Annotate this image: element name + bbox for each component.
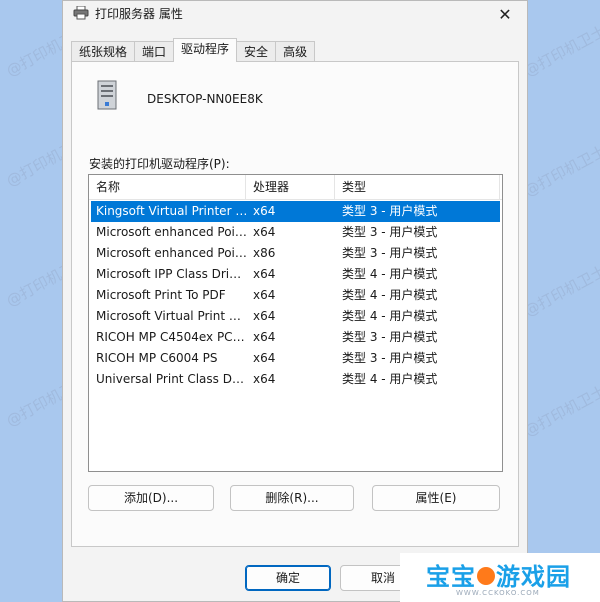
watermark-text: @打印机卫士 bbox=[521, 141, 600, 201]
drivers-list[interactable]: 名称 处理器 类型 Kingsoft Virtual Printer Drive… bbox=[88, 174, 503, 472]
cell-processor: x64 bbox=[253, 267, 276, 281]
driver-properties-button[interactable]: 属性(E) bbox=[372, 485, 500, 511]
installed-drivers-label: 安装的打印机驱动程序(P): bbox=[89, 157, 230, 171]
cell-type: 类型 3 - 用户模式 bbox=[342, 351, 438, 365]
cell-name: Microsoft enhanced Point and Print compa… bbox=[96, 246, 248, 260]
table-row[interactable]: Microsoft enhanced Point and Print compa… bbox=[91, 222, 500, 243]
cell-name: RICOH MP C6004 PS bbox=[96, 351, 218, 365]
cell-type: 类型 4 - 用户模式 bbox=[342, 267, 438, 281]
cell-processor: x64 bbox=[253, 204, 276, 218]
printer-icon bbox=[73, 6, 89, 20]
logo-text-a: 宝宝 bbox=[426, 563, 476, 591]
column-header-name[interactable]: 名称 bbox=[89, 175, 246, 199]
cell-processor: x64 bbox=[253, 351, 276, 365]
site-logo: 宝宝 游戏园 WWW.CCKOKO.COM bbox=[400, 553, 600, 602]
tab-paper-sizes[interactable]: 纸张规格 bbox=[71, 41, 136, 62]
server-icon bbox=[97, 80, 117, 110]
cell-processor: x64 bbox=[253, 225, 276, 239]
tab-advanced[interactable]: 高级 bbox=[275, 41, 316, 62]
server-name: DESKTOP-NN0EE8K bbox=[147, 92, 263, 106]
cell-type: 类型 4 - 用户模式 bbox=[342, 372, 438, 386]
column-header-processor[interactable]: 处理器 bbox=[246, 175, 335, 199]
cell-processor: x64 bbox=[253, 330, 276, 344]
drivers-tab-panel: DESKTOP-NN0EE8K 安装的打印机驱动程序(P): 名称 处理器 类型… bbox=[71, 61, 519, 547]
cell-processor: x86 bbox=[253, 246, 276, 260]
close-button[interactable]: ✕ bbox=[483, 1, 527, 27]
watermark-text: @打印机卫士 bbox=[521, 21, 600, 81]
logo-url: WWW.CCKOKO.COM bbox=[456, 589, 540, 597]
remove-driver-button[interactable]: 删除(R)... bbox=[230, 485, 354, 511]
cell-type: 类型 3 - 用户模式 bbox=[342, 204, 438, 218]
cell-type: 类型 3 - 用户模式 bbox=[342, 225, 438, 239]
table-row[interactable]: Universal Print Class Driver x64 类型 4 - 用户… bbox=[91, 369, 500, 390]
column-header-type[interactable]: 类型 bbox=[335, 175, 500, 199]
add-driver-button[interactable]: 添加(D)... bbox=[88, 485, 214, 511]
watermark-text: @打印机卫士 bbox=[521, 261, 600, 321]
tab-strip: 纸张规格 端口 驱动程序 安全 高级 bbox=[71, 38, 316, 62]
cell-type: 类型 4 - 用户模式 bbox=[342, 309, 438, 323]
table-row[interactable]: Microsoft IPP Class Driver x64 类型 4 - 用户模式 bbox=[91, 264, 500, 285]
table-row[interactable]: RICOH MP C4504ex PCL 6 x64 类型 3 - 用户模式 bbox=[91, 327, 500, 348]
cell-name: Kingsoft Virtual Printer Driver bbox=[96, 204, 248, 218]
cell-type: 类型 4 - 用户模式 bbox=[342, 288, 438, 302]
table-row[interactable]: Microsoft Virtual Print Class Driver x64 类… bbox=[91, 306, 500, 327]
cell-name: Microsoft enhanced Point and Print compa… bbox=[96, 225, 248, 239]
table-row[interactable]: Microsoft Print To PDF x64 类型 4 - 用户模式 bbox=[91, 285, 500, 306]
logo-mark-icon bbox=[477, 567, 495, 585]
cell-name: Microsoft Virtual Print Class Driver bbox=[96, 309, 248, 323]
tab-drivers[interactable]: 驱动程序 bbox=[173, 38, 238, 62]
cell-type: 类型 3 - 用户模式 bbox=[342, 246, 438, 260]
cell-name: RICOH MP C4504ex PCL 6 bbox=[96, 330, 248, 344]
watermark-text: @打印机卫士 bbox=[521, 381, 600, 441]
cell-processor: x64 bbox=[253, 288, 276, 302]
title-bar[interactable]: 打印服务器 属性 ✕ bbox=[63, 1, 527, 27]
logo-text: 宝宝 游戏园 bbox=[426, 557, 571, 592]
cell-type: 类型 3 - 用户模式 bbox=[342, 330, 438, 344]
table-row[interactable]: Kingsoft Virtual Printer Driver x64 类型 3 -… bbox=[91, 201, 500, 222]
tab-ports[interactable]: 端口 bbox=[134, 41, 175, 62]
close-icon: ✕ bbox=[498, 4, 512, 24]
print-server-properties-dialog: 打印服务器 属性 ✕ 纸张规格 端口 驱动程序 安全 高级 DESKTOP-NN… bbox=[62, 0, 528, 602]
tab-security[interactable]: 安全 bbox=[236, 41, 277, 62]
list-header: 名称 处理器 类型 bbox=[89, 175, 502, 200]
cell-name: Microsoft Print To PDF bbox=[96, 288, 226, 302]
window-title: 打印服务器 属性 bbox=[95, 7, 183, 21]
cell-processor: x64 bbox=[253, 309, 276, 323]
ok-button[interactable]: 确定 bbox=[245, 565, 331, 591]
cell-name: Microsoft IPP Class Driver bbox=[96, 267, 248, 281]
logo-text-b: 游戏园 bbox=[496, 563, 571, 591]
cell-name: Universal Print Class Driver bbox=[96, 372, 248, 386]
cell-processor: x64 bbox=[253, 372, 276, 386]
table-row[interactable]: Microsoft enhanced Point and Print compa… bbox=[91, 243, 500, 264]
table-row[interactable]: RICOH MP C6004 PS x64 类型 3 - 用户模式 bbox=[91, 348, 500, 369]
